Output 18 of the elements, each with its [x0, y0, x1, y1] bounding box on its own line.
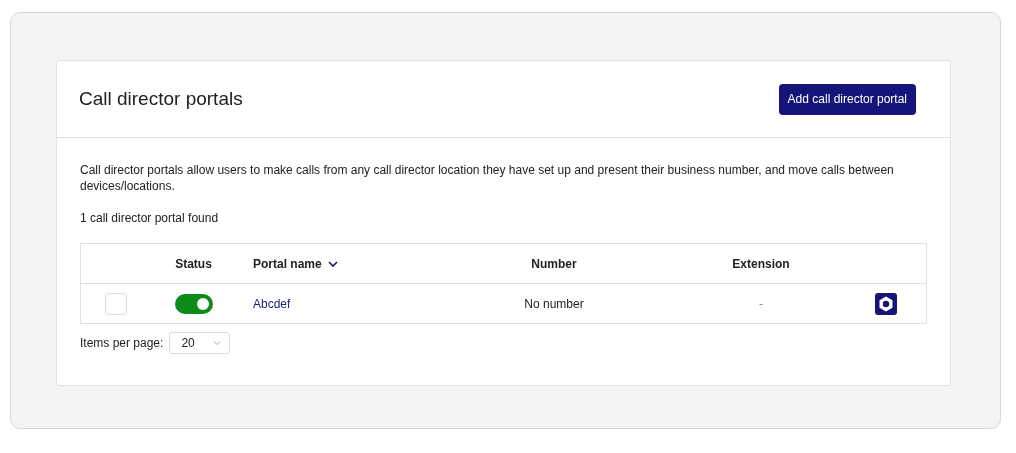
- sort-chevron-icon[interactable]: [327, 259, 338, 268]
- card-title: Call director portals: [79, 88, 243, 110]
- status-toggle[interactable]: [174, 293, 213, 314]
- table-cell: No number: [524, 296, 584, 311]
- items-per-page-label: Items per page:: [80, 336, 164, 350]
- portal-name-link[interactable]: Abcdef: [253, 296, 291, 311]
- settings-icon[interactable]: [874, 292, 897, 315]
- caret-icon: [212, 340, 221, 346]
- description-text: Call director portals allow users to make calls from any call director location they have set up and present their business number, and move calls between devices/locations.: [80, 162, 895, 194]
- result-count: 1 call director portal found: [80, 210, 220, 226]
- add-portal-button[interactable]: Add call director portal: [778, 83, 916, 115]
- column-header: Status: [175, 256, 212, 271]
- column-header: Number: [531, 256, 577, 271]
- column-header[interactable]: Portal name: [253, 256, 322, 271]
- page-size-select[interactable]: 20: [169, 332, 230, 354]
- column-header: Extension: [732, 256, 790, 271]
- table-cell: -: [759, 296, 763, 311]
- row-checkbox[interactable]: [105, 292, 127, 315]
